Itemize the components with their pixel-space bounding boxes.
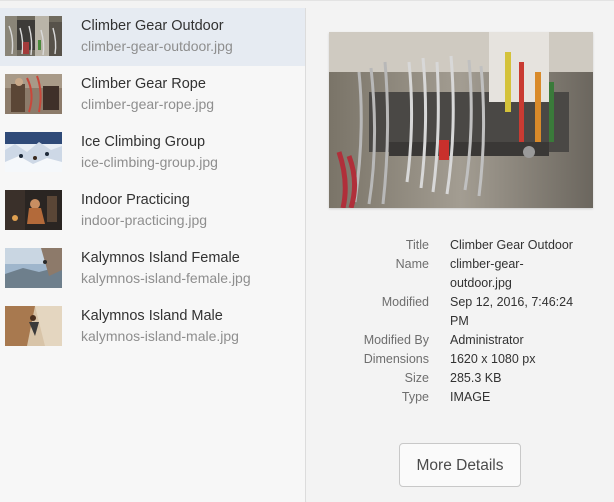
thumbnail-indoor-practicing xyxy=(5,190,62,230)
asset-title: Ice Climbing Group xyxy=(81,134,206,150)
asset-row-ice-climbing-group[interactable]: Ice Climbing Group ice-climbing-group.jp… xyxy=(0,124,305,182)
meta-value: Climber Gear Outdoor xyxy=(450,238,573,252)
asset-row-climber-gear-outdoor[interactable]: Climber Gear Outdoor climber-gear-outdoo… xyxy=(0,8,305,66)
meta-value: climber-gear-outdoor.jpg xyxy=(450,257,524,290)
asset-preview-image xyxy=(329,32,593,208)
asset-filename: kalymnos-island-female.jpg xyxy=(81,270,251,286)
meta-row-title: Title Climber Gear Outdoor xyxy=(307,236,614,255)
thumbnail-kalymnos-island-male xyxy=(5,306,62,346)
meta-row-modified-by: Modified By Administrator xyxy=(307,331,614,350)
asset-filename: climber-gear-outdoor.jpg xyxy=(81,38,233,54)
asset-title: Kalymnos Island Female xyxy=(81,250,240,266)
asset-metadata: Title Climber Gear Outdoor Name climber-… xyxy=(307,236,614,407)
asset-row-kalymnos-island-female[interactable]: Kalymnos Island Female kalymnos-island-f… xyxy=(0,240,305,298)
meta-label: Name xyxy=(395,257,429,271)
more-details-button[interactable]: More Details xyxy=(399,443,521,487)
meta-row-modified: Modified Sep 12, 2016, 7:46:24 PM xyxy=(307,293,614,331)
asset-row-climber-gear-rope[interactable]: Climber Gear Rope climber-gear-rope.jpg xyxy=(0,66,305,124)
thumbnail-ice-climbing-group xyxy=(5,132,62,172)
asset-filename: kalymnos-island-male.jpg xyxy=(81,328,239,344)
meta-label: Modified By xyxy=(363,333,429,347)
asset-list: Climber Gear Outdoor climber-gear-outdoo… xyxy=(0,8,306,502)
asset-detail-panel: Title Climber Gear Outdoor Name climber-… xyxy=(307,8,614,502)
thumbnail-climber-gear-outdoor xyxy=(5,16,62,56)
meta-value: 285.3 KB xyxy=(450,371,502,385)
meta-label: Dimensions xyxy=(363,352,429,366)
asset-filename: indoor-practicing.jpg xyxy=(81,212,208,228)
meta-value: 1620 x 1080 px xyxy=(450,352,536,366)
thumbnail-kalymnos-island-female xyxy=(5,248,62,288)
asset-browser: Climber Gear Outdoor climber-gear-outdoo… xyxy=(0,0,614,502)
asset-filename: climber-gear-rope.jpg xyxy=(81,96,215,112)
meta-value: IMAGE xyxy=(450,390,491,404)
asset-title: Climber Gear Outdoor xyxy=(81,18,224,34)
asset-title: Indoor Practicing xyxy=(81,192,190,208)
meta-label: Modified xyxy=(381,295,429,309)
meta-label: Type xyxy=(401,390,429,404)
meta-row-type: Type IMAGE xyxy=(307,388,614,407)
meta-row-dimensions: Dimensions 1620 x 1080 px xyxy=(307,350,614,369)
meta-value: Administrator xyxy=(450,333,524,347)
meta-row-size: Size 285.3 KB xyxy=(307,369,614,388)
asset-title: Climber Gear Rope xyxy=(81,76,206,92)
thumbnail-climber-gear-rope xyxy=(5,74,62,114)
meta-label: Title xyxy=(405,238,429,252)
asset-row-indoor-practicing[interactable]: Indoor Practicing indoor-practicing.jpg xyxy=(0,182,305,240)
meta-value: Sep 12, 2016, 7:46:24 PM xyxy=(450,295,574,328)
asset-filename: ice-climbing-group.jpg xyxy=(81,154,218,170)
meta-label: Size xyxy=(404,371,429,385)
meta-row-name: Name climber-gear-outdoor.jpg xyxy=(307,255,614,293)
asset-row-kalymnos-island-male[interactable]: Kalymnos Island Male kalymnos-island-mal… xyxy=(0,298,305,356)
asset-title: Kalymnos Island Male xyxy=(81,308,223,324)
